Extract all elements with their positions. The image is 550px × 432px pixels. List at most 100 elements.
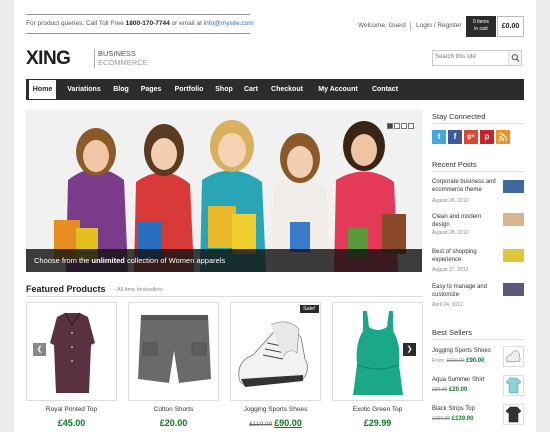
nav-my-account[interactable]: My Account bbox=[312, 79, 364, 100]
shirt-icon bbox=[505, 377, 522, 394]
contact-prefix: For product queries: Call Toll Free bbox=[26, 20, 124, 27]
caption-post: collection of Women apparels bbox=[126, 256, 226, 265]
search-icon bbox=[511, 54, 520, 62]
carousel-next-button[interactable]: ❯ bbox=[403, 343, 416, 356]
bestseller-thumbnail[interactable] bbox=[503, 375, 524, 396]
email-link[interactable]: info@mysite.com bbox=[204, 20, 254, 27]
stay-connected-heading: Stay Connected bbox=[432, 112, 486, 121]
twitter-icon[interactable]: t bbox=[432, 130, 446, 144]
sidebar-divider bbox=[432, 171, 524, 172]
nav-checkout[interactable]: Checkout bbox=[265, 79, 309, 100]
caption-pre: Choose from the bbox=[34, 256, 90, 265]
nav-variations[interactable]: Variations bbox=[60, 79, 108, 100]
nav-contact[interactable]: Contact bbox=[366, 79, 404, 100]
post-date: August 28, 2012 bbox=[432, 230, 469, 236]
welcome-text: Welcome, Guest bbox=[358, 22, 406, 29]
post-date: August 28, 2012 bbox=[432, 198, 469, 204]
logo-divider bbox=[94, 49, 95, 68]
contact-info: For product queries: Call Toll Free 1800… bbox=[26, 20, 254, 27]
product-image-shorts bbox=[138, 315, 211, 383]
google-plus-icon[interactable]: g+ bbox=[464, 130, 478, 144]
search-placeholder: Search this site bbox=[435, 54, 477, 60]
post-date: August 27, 2012 bbox=[432, 267, 469, 273]
post-link[interactable]: Corporate business and ecommerce theme bbox=[432, 178, 500, 194]
nav-blog[interactable]: Blog bbox=[108, 79, 134, 100]
post-date: April 24, 2012 bbox=[432, 302, 463, 308]
topbar-divider-bottom bbox=[26, 33, 250, 34]
product-name[interactable]: Jogging Sports Shoes bbox=[230, 406, 321, 413]
product-card-cotton-shorts[interactable] bbox=[128, 302, 219, 401]
product-price: £29.99 bbox=[363, 418, 392, 428]
contact-mid: or email at bbox=[171, 20, 202, 27]
cart-total[interactable]: £0.00 bbox=[497, 16, 524, 37]
nav-cart[interactable]: Cart bbox=[240, 79, 262, 100]
cart-count: 0 items bbox=[472, 19, 490, 25]
product-image-shoes bbox=[238, 321, 308, 387]
topbar-separator bbox=[410, 21, 411, 31]
product-name[interactable]: Cotton Shorts bbox=[128, 406, 219, 413]
hero-caption: Choose from the unlimited collection of … bbox=[26, 249, 422, 272]
product-card-jogging-shoes[interactable] bbox=[230, 302, 321, 401]
shoe-icon bbox=[505, 350, 521, 363]
logo-tagline: BUSINESS ECOMMERCE bbox=[98, 49, 148, 67]
post-thumbnail[interactable] bbox=[503, 180, 524, 193]
carousel-prev-button[interactable]: ❮ bbox=[33, 343, 46, 356]
sidebar-divider bbox=[432, 123, 524, 124]
slider-pagination bbox=[386, 116, 414, 134]
hero-slider[interactable] bbox=[26, 110, 422, 272]
nav-portfolio[interactable]: Portfolio bbox=[169, 79, 209, 100]
bestseller-link[interactable]: Black Strips Top bbox=[432, 406, 475, 412]
caption-bold: unlimited bbox=[91, 256, 125, 265]
hero-image bbox=[26, 110, 422, 272]
product-name[interactable]: Exotic Green Top bbox=[332, 406, 423, 413]
search-button[interactable] bbox=[508, 51, 521, 65]
facebook-icon[interactable]: f bbox=[448, 130, 462, 144]
post-link[interactable]: Clean and modern design bbox=[432, 213, 500, 229]
nav-home[interactable]: Home bbox=[28, 79, 57, 100]
post-link[interactable]: Easy to manage and customize bbox=[432, 283, 500, 299]
bestseller-link[interactable]: Aqua Summer Shirt bbox=[432, 377, 484, 383]
nav-shop[interactable]: Shop bbox=[211, 79, 237, 100]
featured-subtitle: - All time bestsellers bbox=[114, 287, 163, 293]
product-name[interactable]: Royal Printed Top bbox=[26, 406, 117, 413]
post-thumbnail[interactable] bbox=[503, 283, 524, 296]
page: For product queries: Call Toll Free 1800… bbox=[14, 0, 536, 432]
bestseller-price: £150.00 £139.00 bbox=[432, 416, 474, 422]
recent-posts-heading: Recent Posts bbox=[432, 160, 477, 169]
post-thumbnail[interactable] bbox=[503, 213, 524, 226]
sidebar-divider bbox=[432, 339, 524, 340]
bestseller-thumbnail[interactable] bbox=[503, 404, 524, 425]
post-thumbnail[interactable] bbox=[503, 249, 524, 262]
post-link[interactable]: Best of shopping experience bbox=[432, 248, 500, 264]
product-price: £20.00 bbox=[159, 418, 188, 428]
bestseller-price: £30.00 £20.00 bbox=[432, 387, 468, 393]
login-register-link[interactable]: Login / Register bbox=[416, 22, 462, 29]
rss-icon[interactable] bbox=[496, 130, 510, 144]
slide-dot-4[interactable] bbox=[408, 123, 414, 129]
bestseller-thumbnail[interactable] bbox=[503, 346, 524, 367]
chevron-left-icon: ❮ bbox=[36, 346, 43, 353]
jacket-icon bbox=[505, 406, 522, 423]
product-price: £110.00 £90.00 bbox=[249, 418, 302, 428]
nav-pages[interactable]: Pages bbox=[136, 79, 166, 100]
slide-dot-3[interactable] bbox=[401, 123, 407, 129]
topbar-divider bbox=[26, 14, 250, 15]
rss-glyph bbox=[498, 132, 508, 142]
slide-dot-1[interactable] bbox=[387, 123, 393, 129]
tagline-primary: BUSINESS bbox=[98, 49, 136, 58]
bestseller-link[interactable]: Jogging Sports Shoes bbox=[432, 348, 491, 354]
tagline-secondary: ECOMMERCE bbox=[98, 58, 148, 67]
old-price: £110.00 bbox=[249, 421, 273, 428]
slide-dot-2[interactable] bbox=[394, 123, 400, 129]
chevron-right-icon: ❯ bbox=[406, 346, 413, 353]
sale-badge: Sale! bbox=[300, 305, 319, 313]
cart-label: in cart bbox=[474, 26, 488, 32]
bestseller-price: From: £110.00 £90.00 bbox=[432, 358, 485, 364]
pinterest-icon[interactable]: p bbox=[480, 130, 494, 144]
best-sellers-heading: Best Sellers bbox=[432, 328, 473, 337]
product-price: £45.00 bbox=[57, 418, 86, 428]
site-logo[interactable]: XING bbox=[26, 48, 71, 70]
cart-button[interactable]: 0 items in cart bbox=[466, 16, 496, 37]
phone-number: 1800-170-7744 bbox=[125, 20, 170, 27]
featured-divider bbox=[26, 296, 422, 297]
